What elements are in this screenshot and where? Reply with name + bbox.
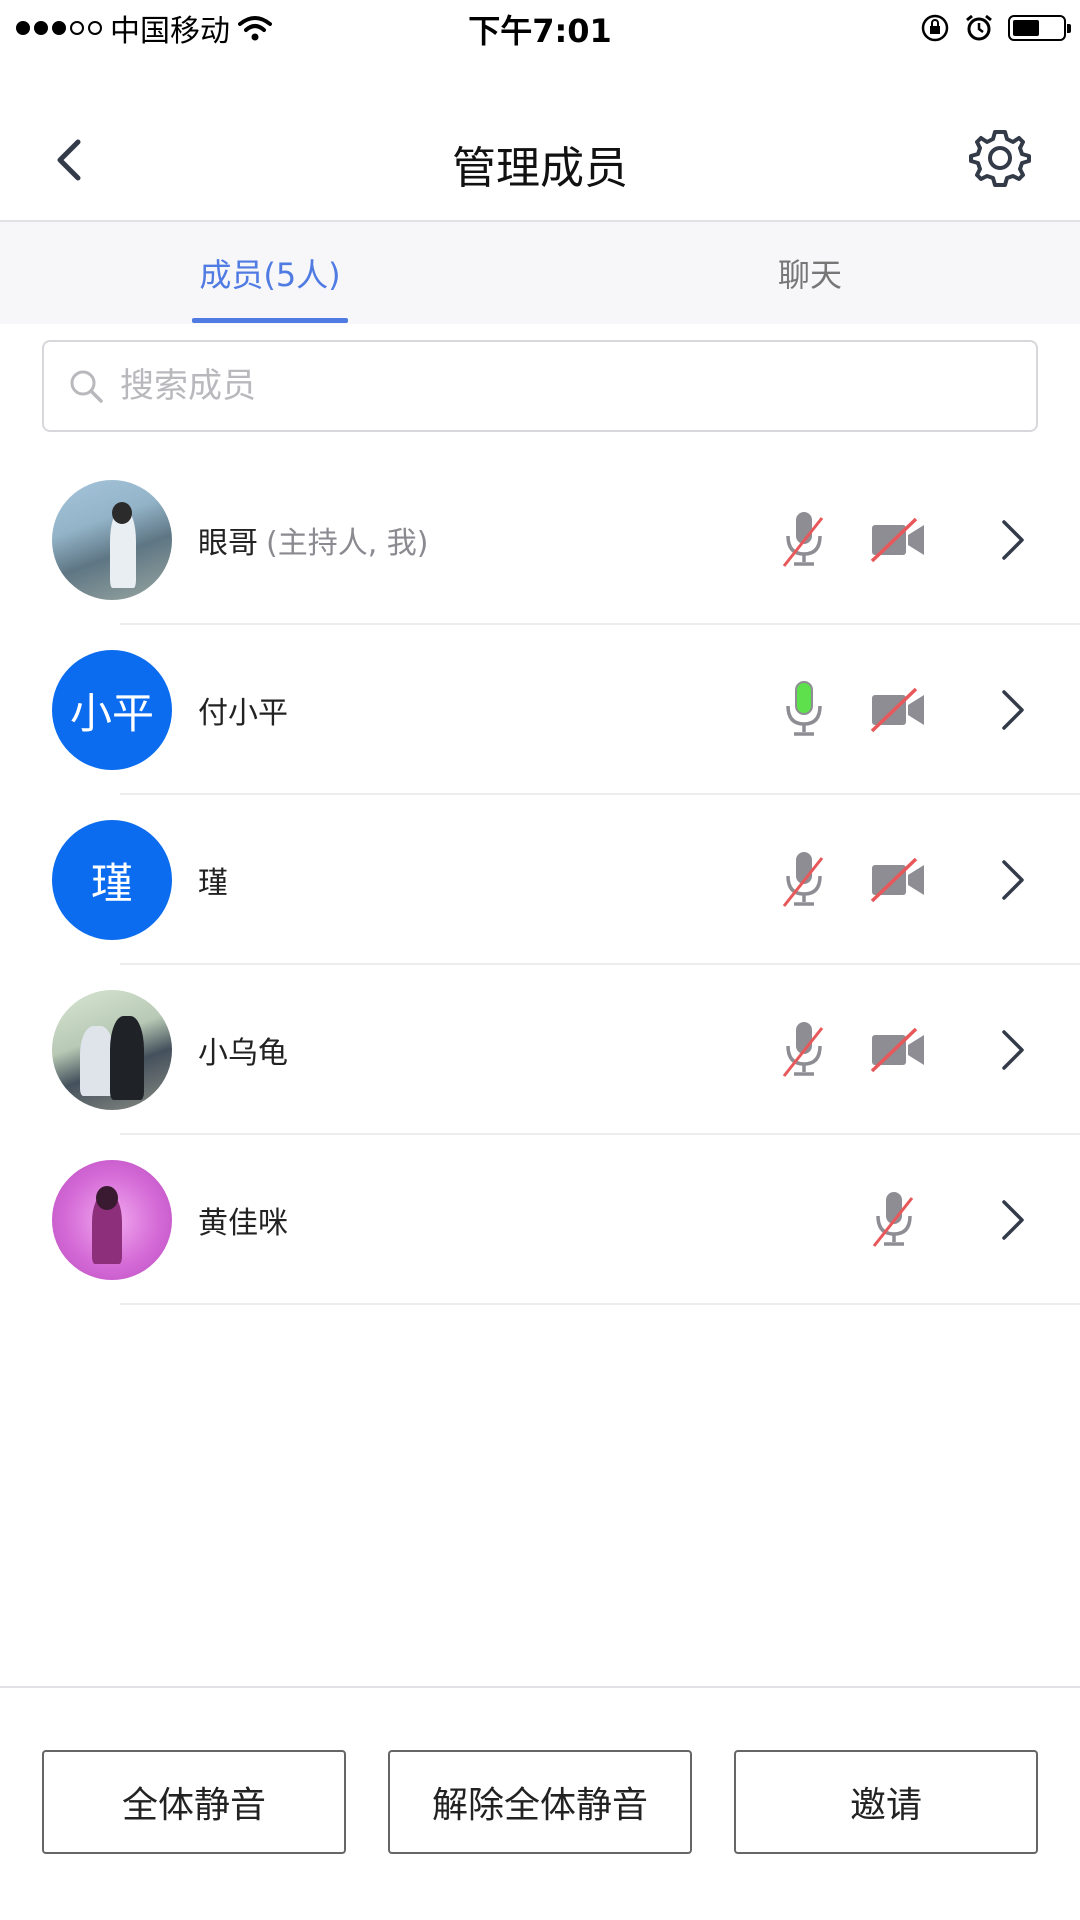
member-name: 付小平 <box>198 696 288 731</box>
mic-muted-icon[interactable] <box>872 1190 916 1250</box>
chevron-right-icon[interactable] <box>1000 688 1026 732</box>
page-title: 管理成员 <box>452 143 628 194</box>
gear-icon[interactable] <box>968 126 1032 190</box>
camera-off-icon[interactable] <box>870 857 926 903</box>
member-name: 小乌龟 <box>198 1036 288 1071</box>
divider <box>120 1303 1080 1305</box>
tab-bar: 成员(5人) 聊天 <box>0 222 1080 324</box>
mic-muted-icon[interactable] <box>782 510 826 570</box>
avatar <box>52 480 172 600</box>
rotation-lock-icon <box>921 14 949 42</box>
divider <box>0 1686 1080 1688</box>
search-input[interactable] <box>118 365 982 407</box>
chevron-right-icon[interactable] <box>1000 518 1026 562</box>
avatar: 小平 <box>52 650 172 770</box>
mic-muted-icon[interactable] <box>782 1020 826 1080</box>
tab-chat[interactable]: 聊天 <box>540 222 1080 324</box>
camera-off-icon[interactable] <box>870 1027 926 1073</box>
mute-all-button[interactable]: 全体静音 <box>42 1750 346 1854</box>
search-icon <box>70 370 103 403</box>
chevron-right-icon[interactable] <box>1000 1198 1026 1242</box>
member-role-note: (主持人, 我) <box>266 526 429 561</box>
search-box[interactable] <box>42 340 1038 432</box>
member-row[interactable]: 眼哥 (主持人, 我) <box>0 455 1080 625</box>
camera-off-icon[interactable] <box>870 517 926 563</box>
battery-icon <box>1008 15 1071 41</box>
active-tab-indicator <box>192 318 348 323</box>
chevron-right-icon[interactable] <box>1000 858 1026 902</box>
member-row[interactable]: 黄佳咪 <box>0 1135 1080 1305</box>
alarm-icon <box>966 14 992 41</box>
status-bar: 中国移动 下午7:01 <box>0 0 1080 56</box>
mic-muted-icon[interactable] <box>782 850 826 910</box>
tab-members[interactable]: 成员(5人) <box>0 222 540 324</box>
chevron-right-icon[interactable] <box>1000 1028 1026 1072</box>
avatar <box>52 1160 172 1280</box>
member-row[interactable]: 小乌龟 <box>0 965 1080 1135</box>
member-name: 黄佳咪 <box>198 1206 288 1241</box>
avatar <box>52 990 172 1110</box>
nav-bar: 管理成员 <box>0 100 1080 222</box>
avatar: 瑾 <box>52 820 172 940</box>
camera-off-icon[interactable] <box>870 687 926 733</box>
mic-active-icon[interactable] <box>782 680 826 740</box>
member-name: 眼哥 <box>198 526 258 561</box>
status-time: 下午7:01 <box>468 12 612 50</box>
invite-button[interactable]: 邀请 <box>734 1750 1038 1854</box>
member-row[interactable]: 小平 付小平 <box>0 625 1080 795</box>
member-name: 瑾 <box>198 866 228 901</box>
member-row[interactable]: 瑾 瑾 <box>0 795 1080 965</box>
unmute-all-button[interactable]: 解除全体静音 <box>388 1750 692 1854</box>
